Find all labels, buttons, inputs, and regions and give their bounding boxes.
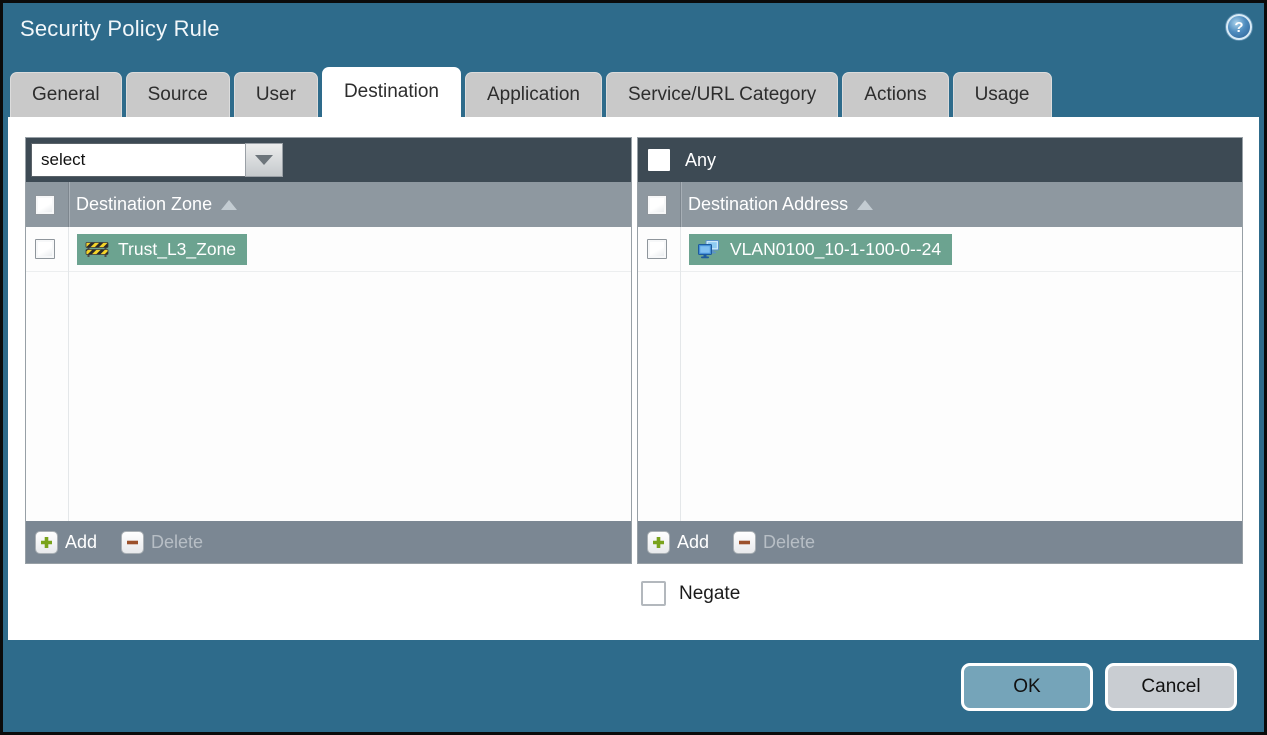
cancel-button[interactable]: Cancel — [1105, 663, 1237, 711]
plus-icon — [35, 530, 58, 554]
destination-address-panel: Any Destination Address VLAN0100_10-1-10… — [637, 137, 1243, 564]
table-row[interactable]: VLAN0100_10-1-100-0--24 — [638, 227, 1242, 272]
page-title: Security Policy Rule — [20, 16, 220, 41]
address-name: VLAN0100_10-1-100-0--24 — [730, 238, 942, 259]
tab-bar: General Source User Destination Applicat… — [10, 67, 1052, 117]
select-all-addresses-checkbox[interactable] — [647, 194, 667, 215]
tab-usage[interactable]: Usage — [952, 72, 1052, 117]
zone-icon — [85, 240, 109, 258]
address-panel-toolbar: Any — [638, 138, 1242, 182]
minus-icon — [121, 530, 145, 554]
address-item[interactable]: VLAN0100_10-1-100-0--24 — [689, 233, 953, 265]
delete-zone-button[interactable]: Delete — [121, 530, 204, 554]
address-icon — [697, 239, 721, 259]
add-zone-label: Add — [65, 531, 98, 552]
zone-item[interactable]: Trust_L3_Zone — [77, 233, 248, 265]
help-button[interactable]: ? — [1226, 14, 1252, 40]
zone-panel-toolbar: select — [26, 138, 631, 182]
tab-service-url-category[interactable]: Service/URL Category — [605, 72, 839, 117]
delete-address-label: Delete — [763, 531, 816, 552]
any-checkbox[interactable] — [648, 149, 670, 171]
add-address-label: Add — [677, 531, 710, 552]
ok-button[interactable]: OK — [961, 663, 1093, 711]
sort-asc-icon[interactable] — [221, 199, 238, 210]
select-all-zones-checkbox[interactable] — [35, 194, 55, 215]
minus-icon — [733, 530, 757, 554]
zone-name: Trust_L3_Zone — [118, 238, 237, 259]
chevron-down-icon — [255, 155, 273, 165]
destination-zone-panel: select Destination Zone Trust_L3_Zone Ad… — [25, 137, 632, 564]
zone-dropdown-arrow-button[interactable] — [245, 143, 283, 177]
add-address-button[interactable]: Add — [647, 530, 710, 554]
delete-zone-label: Delete — [151, 531, 204, 552]
address-column-title[interactable]: Destination Address — [688, 194, 848, 215]
tab-destination[interactable]: Destination — [321, 67, 461, 117]
zone-row-checkbox[interactable] — [35, 239, 55, 259]
tab-source[interactable]: Source — [125, 72, 230, 117]
tab-user[interactable]: User — [233, 72, 318, 117]
zone-select-value[interactable]: select — [31, 143, 245, 177]
any-label: Any — [685, 149, 717, 170]
destination-tab-content: select Destination Zone Trust_L3_Zone Ad… — [8, 117, 1259, 640]
sort-asc-icon[interactable] — [857, 199, 874, 210]
tab-general[interactable]: General — [10, 72, 122, 117]
zone-select-dropdown[interactable]: select — [31, 143, 283, 177]
plus-icon — [647, 530, 670, 554]
delete-address-button[interactable]: Delete — [733, 530, 816, 554]
tab-actions[interactable]: Actions — [842, 72, 949, 117]
zone-column-title[interactable]: Destination Zone — [76, 194, 212, 215]
zone-rows: Trust_L3_Zone — [26, 227, 631, 521]
address-rows: VLAN0100_10-1-100-0--24 — [638, 227, 1242, 521]
negate-option: Negate — [641, 581, 740, 606]
zone-column-header: Destination Zone — [26, 182, 631, 227]
negate-checkbox[interactable] — [641, 581, 666, 606]
security-policy-rule-dialog: Security Policy Rule ? General Source Us… — [0, 0, 1267, 735]
tab-application[interactable]: Application — [465, 72, 602, 117]
negate-label: Negate — [679, 582, 741, 604]
address-column-header: Destination Address — [638, 182, 1242, 227]
zone-panel-actions: Add Delete — [26, 521, 631, 563]
table-row[interactable]: Trust_L3_Zone — [26, 227, 631, 272]
add-zone-button[interactable]: Add — [35, 530, 98, 554]
address-row-checkbox[interactable] — [647, 239, 667, 259]
address-panel-actions: Add Delete — [638, 521, 1242, 563]
